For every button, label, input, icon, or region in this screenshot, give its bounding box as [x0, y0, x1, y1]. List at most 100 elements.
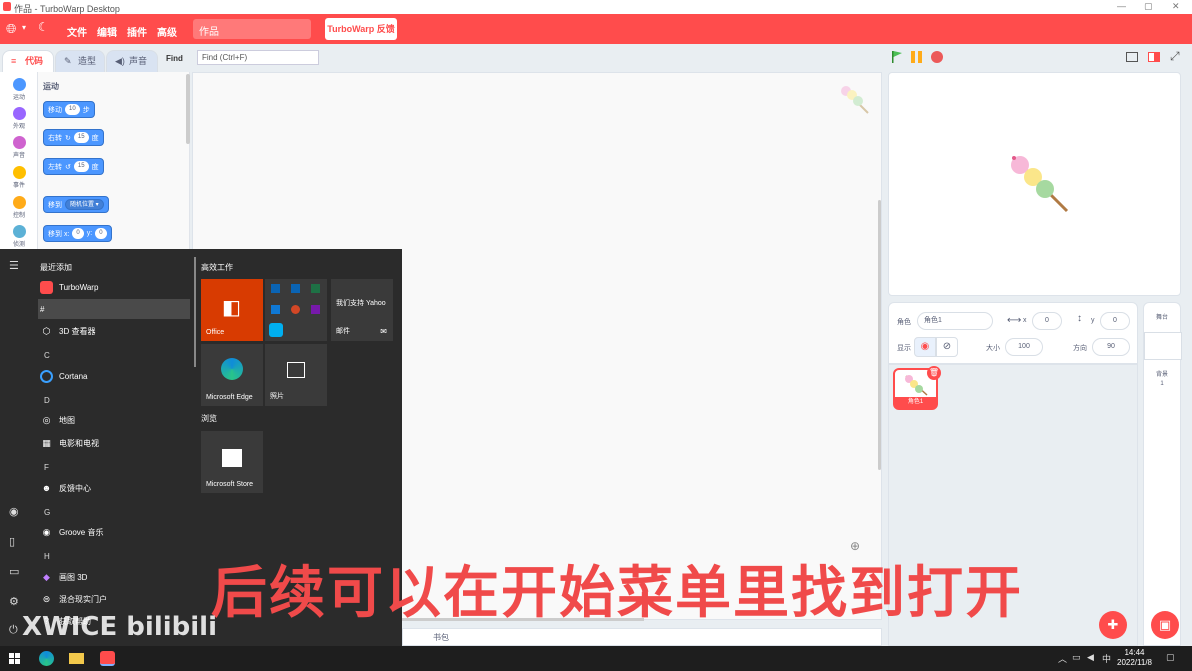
menu-addons[interactable]: 插件	[127, 24, 147, 39]
project-title-input[interactable]: 作品	[193, 19, 311, 39]
block-label: 移到	[48, 201, 62, 209]
menu-edit[interactable]: 编辑	[97, 24, 117, 39]
sprite-thumb-image	[905, 375, 928, 396]
direction-input[interactable]: 90	[1092, 338, 1130, 356]
notification-icon[interactable]: ▢	[1166, 652, 1175, 663]
letter-group-f[interactable]: F	[44, 463, 49, 472]
sprite-name-input[interactable]: 角色1	[917, 312, 993, 330]
tile-office[interactable]: ◧ Office	[201, 279, 263, 341]
app-label: Groove 音乐	[59, 527, 104, 537]
small-stage-icon[interactable]	[1126, 52, 1138, 62]
block-turn-left[interactable]: 左转 ↺ 15 度	[43, 158, 104, 175]
file-explorer-icon[interactable]	[69, 653, 84, 664]
block-goto-xy[interactable]: 移到 x: 0 y: 0	[43, 225, 112, 242]
tile-edge[interactable]: Microsoft Edge	[201, 344, 263, 406]
show-visible-button[interactable]: ◉	[914, 337, 936, 357]
list-item-cortana[interactable]: Cortana	[38, 366, 190, 386]
stage-canvas[interactable]	[888, 72, 1181, 296]
letter-group-c[interactable]: C	[44, 351, 50, 360]
globe-icon[interactable]: 🌐︎	[6, 21, 16, 37]
tile-mail[interactable]: 我们支持 Yahoo 邮件 ✉	[331, 279, 393, 341]
settings-icon[interactable]: ⚙︎	[9, 595, 19, 608]
tile-office-apps[interactable]	[265, 279, 327, 341]
volume-icon[interactable]: ◀︎	[1087, 652, 1094, 663]
edge-taskbar-icon[interactable]	[39, 651, 54, 666]
block-move-steps[interactable]: 移动 10 步	[43, 101, 95, 118]
chevron-down-icon[interactable]: ▾	[22, 23, 26, 32]
block-goto[interactable]: 移到 随机位置 ▾	[43, 196, 109, 213]
palette-scrollbar[interactable]	[186, 74, 190, 144]
block-dropdown[interactable]: 随机位置 ▾	[65, 199, 104, 210]
eye-slash-icon: ⊘	[942, 341, 952, 352]
large-stage-icon[interactable]	[1148, 52, 1160, 62]
block-input[interactable]: 10	[65, 104, 80, 115]
fullscreen-icon[interactable]: ⤢	[1170, 49, 1180, 64]
user-icon[interactable]: ◉	[9, 505, 19, 518]
green-flag-icon[interactable]	[890, 50, 904, 64]
tile-store[interactable]: Microsoft Store	[201, 431, 263, 493]
list-item-3d-viewer[interactable]: ⬡ 3D 查看器	[38, 321, 190, 341]
pictures-icon[interactable]: ▭	[9, 565, 19, 578]
tab-code[interactable]: ≡ 代码	[2, 50, 54, 72]
turbowarp-taskbar-icon[interactable]	[100, 651, 115, 666]
taskbar-clock[interactable]: 14:44 2022/11/8	[1117, 648, 1152, 668]
category-control[interactable]: 控制	[0, 194, 38, 224]
block-input[interactable]: 0	[72, 228, 84, 239]
power-icon[interactable]: ⏻	[9, 624, 18, 637]
block-input[interactable]: 15	[73, 132, 89, 143]
tile-photos[interactable]: 照片	[265, 344, 327, 406]
documents-icon[interactable]: ▯	[9, 535, 15, 548]
letter-group-h[interactable]: H	[44, 552, 50, 561]
show-hidden-button[interactable]: ⊘	[936, 337, 958, 357]
find-button[interactable]: Find	[166, 54, 183, 63]
letter-group-hash[interactable]: #	[38, 299, 190, 319]
list-item-movies[interactable]: ▦ 电影和电视	[38, 433, 190, 453]
hamburger-icon[interactable]: ☰	[9, 259, 19, 272]
y-input[interactable]: 0	[1100, 312, 1130, 330]
moon-icon[interactable]: ☾	[38, 20, 49, 34]
close-button[interactable]: ✕	[1172, 1, 1180, 12]
minimize-button[interactable]: —	[1117, 1, 1126, 11]
y-arrows-icon: ↕	[1077, 313, 1082, 324]
windows-start-icon[interactable]	[9, 653, 21, 665]
backdrop-thumbnail[interactable]	[1144, 332, 1182, 360]
list-item-feedback-hub[interactable]: ☻ 反馈中心	[38, 478, 190, 498]
add-sprite-button[interactable]: ✚	[1099, 611, 1127, 639]
backpack-bar[interactable]: 书包	[402, 628, 882, 646]
block-input[interactable]: 15	[73, 161, 89, 172]
letter-group-g[interactable]: G	[44, 508, 50, 517]
list-item-groove[interactable]: ◉ Groove 音乐	[38, 522, 190, 542]
tray-chevron-icon[interactable]: ︿	[1058, 652, 1067, 665]
stage-selector-panel[interactable]: 舞台 背景 1	[1143, 302, 1182, 646]
list-item-turbowarp[interactable]: TurboWarp	[38, 277, 190, 297]
menu-advanced[interactable]: 高级	[157, 24, 177, 39]
network-icon[interactable]: ▭	[1072, 652, 1081, 663]
find-input[interactable]: Find (Ctrl+F)	[197, 50, 319, 65]
code-scrollbar[interactable]	[878, 200, 881, 470]
maximize-button[interactable]: ▢	[1144, 1, 1153, 12]
list-item-mixed-reality[interactable]: ⊜ 混合现实门户	[38, 589, 190, 609]
tab-sounds[interactable]: ◀︎) 声音	[106, 50, 158, 72]
category-events[interactable]: 事件	[0, 164, 38, 194]
list-item-paint3d[interactable]: ◆ 画图 3D	[38, 567, 190, 587]
size-input[interactable]: 100	[1005, 338, 1043, 356]
category-looks[interactable]: 外观	[0, 105, 38, 135]
x-input[interactable]: 0	[1032, 312, 1062, 330]
ime-indicator[interactable]: 中	[1102, 652, 1111, 665]
menu-file[interactable]: 文件	[67, 24, 87, 39]
list-item-maps[interactable]: ◎ 地图	[38, 410, 190, 430]
feedback-button[interactable]: TurboWarp 反馈	[325, 18, 397, 40]
mail-icon: ✉	[380, 327, 387, 336]
category-sound[interactable]: 声音	[0, 134, 38, 164]
add-backdrop-button[interactable]: ▣	[1151, 611, 1179, 639]
stop-icon[interactable]	[930, 50, 944, 64]
paint3d-icon: ◆	[43, 571, 50, 582]
delete-sprite-button[interactable]: 🗑︎	[927, 366, 941, 380]
letter-group-d[interactable]: D	[44, 396, 50, 405]
block-input[interactable]: 0	[95, 228, 107, 239]
block-turn-right[interactable]: 右转 ↻ 15 度	[43, 129, 104, 146]
eye-icon: ◉	[920, 341, 930, 352]
category-motion[interactable]: 运动	[0, 76, 38, 106]
pause-icon[interactable]	[910, 50, 924, 64]
tab-costumes[interactable]: ✎ 造型	[55, 50, 105, 72]
